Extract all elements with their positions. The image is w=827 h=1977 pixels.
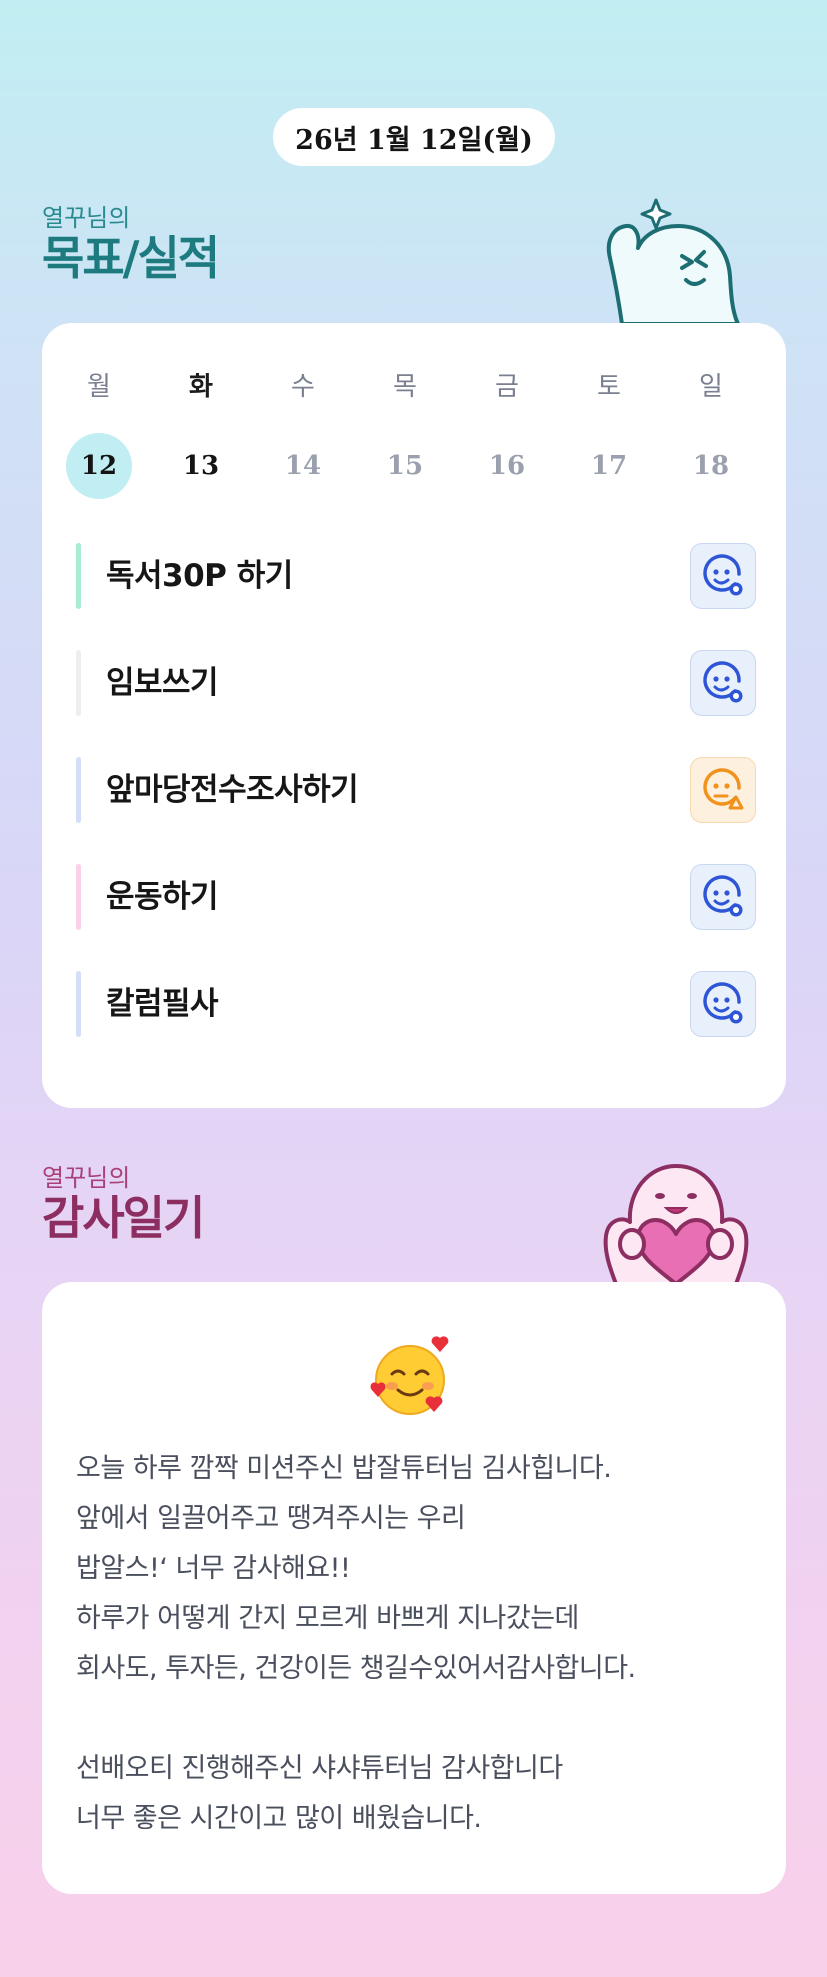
goal-label: 임보쓰기 bbox=[106, 665, 219, 701]
goal-row[interactable]: 임보쓰기 bbox=[76, 650, 756, 716]
goals-section-label: 열꾸님의 목표/실적 bbox=[42, 204, 220, 285]
goals-section-subtitle: 열꾸님의 bbox=[42, 204, 131, 232]
goal-row[interactable]: 칼럼필사 bbox=[76, 971, 756, 1037]
date-cell[interactable]: 17 bbox=[558, 433, 660, 499]
date-cell[interactable]: 18 bbox=[660, 433, 762, 499]
smile-check-icon bbox=[703, 982, 743, 1024]
goal-row[interactable]: 독서30P 하기 bbox=[76, 543, 756, 609]
date-number: 13 bbox=[182, 451, 220, 481]
date-number: 12 bbox=[66, 433, 132, 499]
goal-label: 운동하기 bbox=[106, 879, 219, 915]
weekday-sun: 일 bbox=[699, 372, 723, 402]
smile-check-icon bbox=[703, 554, 743, 596]
date-row: 12 13 14 15 16 17 18 bbox=[42, 433, 792, 499]
date-number: 16 bbox=[488, 451, 526, 481]
date-cell[interactable]: 16 bbox=[456, 433, 558, 499]
goal-status-button[interactable] bbox=[690, 864, 756, 930]
smile-check-icon bbox=[703, 875, 743, 917]
date-cell-selected[interactable]: 12 bbox=[48, 433, 150, 499]
heart-mascot-illustration bbox=[603, 1164, 749, 1284]
thanks-diary-card: 오늘 하루 깜짝 미션주신 밥잘튜터님 김사힙니다. 앞에서 일끌어주고 땡겨주… bbox=[42, 1282, 786, 1894]
weekday-tue: 화 bbox=[189, 372, 213, 402]
goal-label: 칼럼필사 bbox=[106, 986, 219, 1022]
weekday-wed: 수 bbox=[291, 372, 315, 402]
goal-color-bar bbox=[76, 971, 81, 1037]
smiling-face-with-hearts-icon bbox=[370, 1336, 449, 1415]
weekday-sat: 토 bbox=[597, 372, 621, 402]
goal-status-button[interactable] bbox=[690, 971, 756, 1037]
date-number: 18 bbox=[692, 451, 730, 481]
weekday-mon: 월 bbox=[87, 372, 111, 402]
goal-status-button[interactable] bbox=[690, 757, 756, 823]
date-cell-today[interactable]: 13 bbox=[150, 433, 252, 499]
goals-section-title: 목표/실적 bbox=[42, 231, 220, 285]
goal-status-button[interactable] bbox=[690, 650, 756, 716]
smile-check-icon bbox=[703, 661, 743, 703]
date-pill[interactable]: 26년 1월 12일(월) bbox=[273, 108, 555, 166]
goal-color-bar bbox=[76, 650, 81, 716]
goal-color-bar bbox=[76, 543, 81, 609]
waving-mascot-illustration bbox=[606, 198, 740, 324]
date-cell[interactable]: 15 bbox=[354, 433, 456, 499]
goal-status-button[interactable] bbox=[690, 543, 756, 609]
goal-row[interactable]: 운동하기 bbox=[76, 864, 756, 930]
date-number: 17 bbox=[590, 451, 628, 481]
goals-card: 월 화 수 목 금 토 일 12 13 14 15 16 17 18 독서30P… bbox=[42, 323, 786, 1108]
thanks-section-subtitle: 열꾸님의 bbox=[42, 1164, 131, 1192]
weekday-thu: 목 bbox=[393, 372, 417, 402]
goal-color-bar bbox=[76, 757, 81, 823]
date-cell[interactable]: 14 bbox=[252, 433, 354, 499]
thanks-section-title: 감사일기 bbox=[42, 1191, 205, 1245]
diary-text: 오늘 하루 깜짝 미션주신 밥잘튜터님 김사힙니다. 앞에서 일끌어주고 땡겨주… bbox=[76, 1453, 636, 1834]
goal-row[interactable]: 앞마당전수조사하기 bbox=[76, 757, 756, 823]
goal-label: 독서30P 하기 bbox=[106, 558, 293, 594]
date-label: 26년 1월 12일(월) bbox=[295, 124, 533, 156]
thanks-section-label: 열꾸님의 감사일기 bbox=[42, 1164, 205, 1245]
goal-label: 앞마당전수조사하기 bbox=[106, 772, 359, 808]
goal-color-bar bbox=[76, 864, 81, 930]
smile-warning-icon bbox=[703, 768, 744, 810]
weekday-fri: 금 bbox=[495, 372, 519, 402]
weekday-row: 월 화 수 목 금 토 일 bbox=[42, 367, 792, 407]
date-number: 15 bbox=[386, 451, 424, 481]
date-number: 14 bbox=[284, 451, 322, 481]
